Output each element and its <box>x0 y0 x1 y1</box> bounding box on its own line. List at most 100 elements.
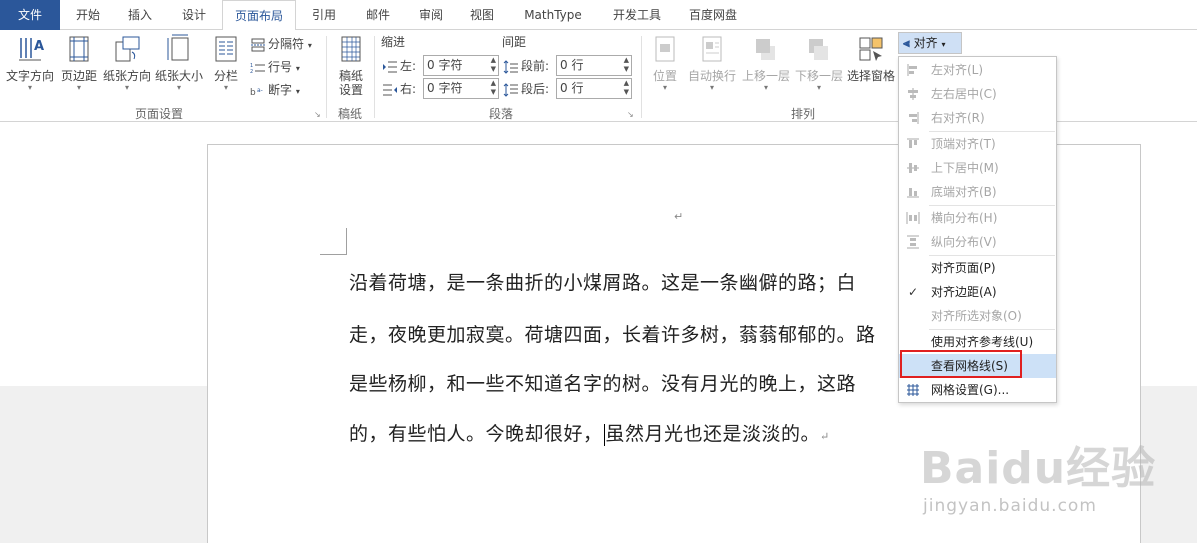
menu-item-align-selected-objects[interactable]: 对齐所选对象(O) <box>899 304 1056 328</box>
page-size-label: 纸张大小 <box>154 69 203 83</box>
svg-text:2: 2 <box>250 69 253 75</box>
orientation-button[interactable]: 纸张方向 ▾ <box>102 34 152 93</box>
line-4-after-caret: 虽然月光也还是淡淡的。 <box>605 423 821 445</box>
tab-view[interactable]: 视图 <box>460 0 504 30</box>
menu-item-distribute-horizontal[interactable]: 横向分布(H) <box>899 206 1056 230</box>
chevron-down-icon: ▾ <box>763 83 768 92</box>
manuscript-settings-button[interactable]: 稿纸 设置 <box>332 34 370 97</box>
text-direction-icon: A <box>19 38 44 61</box>
indent-right-input[interactable]: 0 字符 ▲ ▼ <box>423 78 499 99</box>
tab-review[interactable]: 审阅 <box>409 0 453 30</box>
tab-references[interactable]: 引用 <box>302 0 346 30</box>
text-direction-label: 文字方向 <box>5 69 54 83</box>
spinner-arrows-icon[interactable]: ▲ ▼ <box>624 56 629 74</box>
align-top-icon <box>907 138 919 148</box>
wrap-text-icon <box>702 36 722 62</box>
menu-item-align-top[interactable]: 顶端对齐(T) <box>899 132 1056 156</box>
spacing-before-input[interactable]: 0 行 ▲ ▼ <box>556 55 632 76</box>
menu-item-align-to-page[interactable]: 对齐页面(P) <box>899 256 1056 280</box>
document-line-4[interactable]: 的，有些怕人。今晚却很好， 虽然月光也还是淡淡的。↵ <box>349 419 830 446</box>
breaks-button[interactable]: 分隔符 ▾ <box>250 34 312 54</box>
menu-item-align-left[interactable]: 左对齐(L) <box>899 58 1056 82</box>
menu-item-align-bottom[interactable]: 底端对齐(B) <box>899 180 1056 204</box>
indent-left-icon <box>383 61 397 72</box>
page-setup-launcher-icon[interactable]: ↘ <box>314 110 321 119</box>
page-size-button[interactable]: 纸张大小 ▾ <box>154 34 204 93</box>
indent-left-input[interactable]: 0 字符 ▲ ▼ <box>423 55 499 76</box>
hyphenation-button[interactable]: b a- 断字 ▾ <box>250 80 300 100</box>
chevron-down-icon: ▾ <box>124 83 129 92</box>
chevron-down-icon: ▾ <box>27 83 32 92</box>
position-icon <box>655 36 675 62</box>
tab-mathtype[interactable]: MathType <box>515 0 591 30</box>
menu-item-use-alignment-guides[interactable]: 使用对齐参考线(U) <box>899 330 1056 354</box>
align-dropdown-menu: 左对齐(L) 左右居中(C) 右对齐(R) 顶端对齐(T) 上下居中(M) 底端… <box>898 56 1057 403</box>
selection-pane-button[interactable]: 选择窗格 <box>846 34 896 83</box>
distribute-vertical-icon <box>907 235 919 249</box>
paragraph-launcher-icon[interactable]: ↘ <box>627 110 634 119</box>
spinner-arrows-icon[interactable]: ▲ ▼ <box>491 79 496 97</box>
position-button[interactable]: 位置 ▾ <box>648 34 682 93</box>
text-direction-button[interactable]: A 文字方向 ▾ <box>4 34 56 93</box>
align-button[interactable]: ⫷ 对齐 ▾ <box>898 32 962 54</box>
align-icon: ⫷ <box>903 36 910 50</box>
document-line-1[interactable]: 沿着荷塘，是一条曲折的小煤屑路。这是一条幽僻的路；白 <box>349 268 856 295</box>
tab-design[interactable]: 设计 <box>172 0 216 30</box>
send-backward-icon <box>809 39 828 60</box>
menu-item-align-to-margin[interactable]: ✓ 对齐边距(A) <box>899 280 1056 304</box>
menu-item-distribute-vertical[interactable]: 纵向分布(V) <box>899 230 1056 254</box>
wrap-text-button[interactable]: 自动换行 ▾ <box>686 34 738 93</box>
breaks-icon <box>251 38 265 51</box>
tab-file[interactable]: 文件 <box>0 0 60 30</box>
orientation-icon <box>115 36 140 62</box>
tab-baidu-netdisk[interactable]: 百度网盘 <box>680 0 746 30</box>
menu-item-align-middle[interactable]: 上下居中(M) <box>899 156 1056 180</box>
manuscript-label-line2: 设置 <box>338 83 363 97</box>
menu-item-align-center[interactable]: 左右居中(C) <box>899 82 1056 106</box>
document-line-2[interactable]: 走，夜晚更加寂寞。荷塘四面，长着许多树，蓊蓊郁郁的。路 <box>349 320 876 347</box>
chevron-down-icon: ▾ <box>816 83 821 92</box>
chevron-down-icon: ▾ <box>295 64 300 73</box>
chevron-down-icon: ▾ <box>941 40 946 49</box>
columns-button[interactable]: 分栏 ▾ <box>206 34 246 93</box>
columns-label: 分栏 <box>213 69 238 83</box>
hyphenation-icon: b a- <box>250 87 263 98</box>
tab-insert[interactable]: 插入 <box>118 0 162 30</box>
text-cursor <box>603 424 605 446</box>
spacing-after-icon <box>503 82 518 97</box>
indent-right-icon <box>383 84 397 95</box>
spinner-arrows-icon[interactable]: ▲ ▼ <box>624 79 629 97</box>
margins-button[interactable]: 页边距 ▾ <box>58 34 100 93</box>
wrap-text-label: 自动换行 <box>687 69 736 83</box>
bring-forward-button[interactable]: 上移一层 ▾ <box>740 34 792 93</box>
menu-item-grid-settings[interactable]: 网格设置(G)... <box>899 378 1056 402</box>
spacing-before-label: 段前: <box>503 56 549 76</box>
chevron-down-icon: ▾ <box>662 83 667 92</box>
manuscript-icon <box>341 36 361 62</box>
align-left-icon <box>907 64 917 76</box>
line-numbers-button[interactable]: 1 2 行号 ▾ <box>250 57 300 77</box>
chevron-down-icon: ▾ <box>295 87 300 96</box>
indent-right-label: 右: <box>382 79 416 99</box>
tab-developer[interactable]: 开发工具 <box>604 0 670 30</box>
paragraph-group-label: 段落 <box>488 107 513 121</box>
line-numbers-icon: 12 <box>250 63 265 75</box>
spinner-arrows-icon[interactable]: ▲ ▼ <box>491 56 496 74</box>
menu-item-view-gridlines[interactable]: 查看网格线(S) <box>899 354 1056 378</box>
menu-item-align-right[interactable]: 右对齐(R) <box>899 106 1056 130</box>
chevron-down-icon: ▾ <box>223 83 228 92</box>
document-line-3[interactable]: 是些杨柳，和一些不知道名字的树。没有月光的晚上，这路 <box>349 369 856 396</box>
tab-page-layout[interactable]: 页面布局 <box>222 0 296 31</box>
orientation-label: 纸张方向 <box>102 69 151 83</box>
chevron-down-icon: ▾ <box>76 83 81 92</box>
tab-home[interactable]: 开始 <box>66 0 110 30</box>
send-backward-button[interactable]: 下移一层 ▾ <box>794 34 844 93</box>
hyphenation-label: 断字 <box>268 83 293 97</box>
spacing-after-label: 段后: <box>503 79 549 99</box>
spacing-title: 间距 <box>502 35 527 49</box>
tab-mailings[interactable]: 邮件 <box>356 0 400 30</box>
spacing-after-input[interactable]: 0 行 ▲ ▼ <box>556 78 632 99</box>
position-label: 位置 <box>652 69 677 83</box>
empty-paragraph-mark: ↵ <box>674 210 684 223</box>
bring-forward-icon <box>756 39 775 60</box>
